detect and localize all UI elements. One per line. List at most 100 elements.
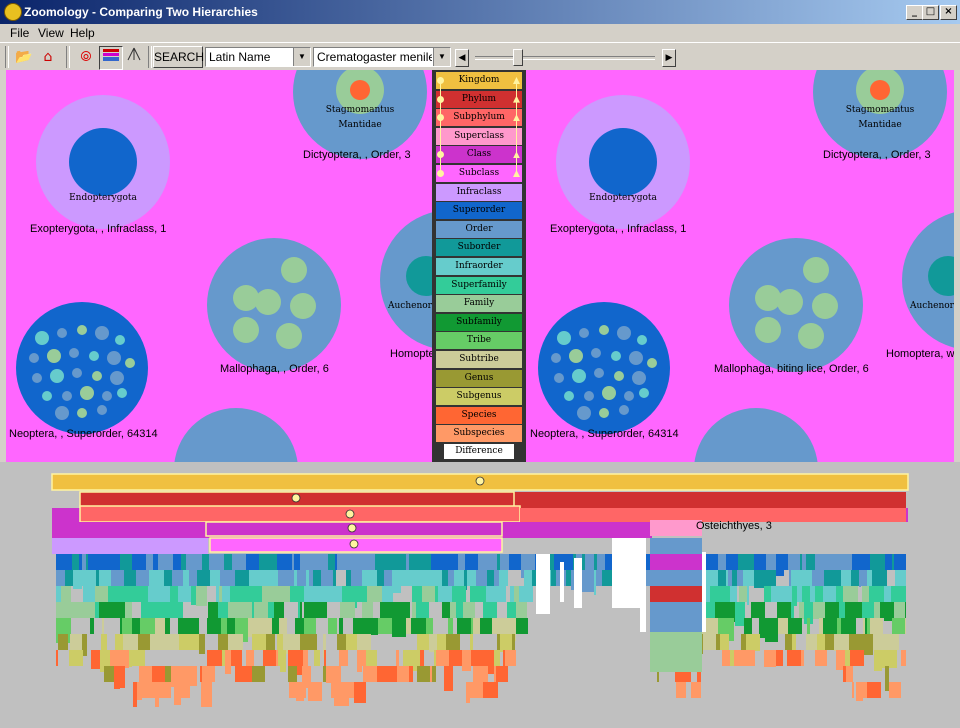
legend-item-subfamily[interactable]: Subfamily <box>436 313 522 331</box>
legend-item-subspecies[interactable]: Subspecies <box>436 425 522 443</box>
icicle-cell <box>778 618 788 634</box>
right-hierarchy-view[interactable]: Stagmomantus Mantidae Dictyoptera, , Ord… <box>526 70 954 462</box>
chevron-down-icon[interactable]: ▼ <box>433 48 450 66</box>
auchenorr-label: Auchenorr <box>910 301 954 311</box>
legend-item-infraclass[interactable]: Infraclass <box>436 183 522 201</box>
taxon-circle <box>125 358 135 368</box>
icicle-cell <box>346 570 351 586</box>
icicle-cell <box>120 650 129 668</box>
compare-circles-icon[interactable]: ⦾ <box>75 46 97 68</box>
icicle-cell <box>132 554 146 570</box>
icicle-cell <box>901 586 906 602</box>
menu-file[interactable]: File <box>10 26 29 40</box>
field-select[interactable]: Latin Name ▼ <box>205 47 311 67</box>
icicle-cell <box>436 650 449 666</box>
icicle-cell <box>412 602 416 618</box>
icicle-cell <box>221 618 227 634</box>
icicle-cell <box>142 682 155 698</box>
legend-item-subtribe[interactable]: Subtribe <box>436 351 522 368</box>
icicle-cell <box>457 618 471 634</box>
icicle-cell <box>167 586 170 602</box>
icicle-cell <box>225 650 231 674</box>
icicle-cell <box>458 554 465 570</box>
legend-item-order[interactable]: Order <box>436 220 522 238</box>
icicle-cell <box>797 586 802 602</box>
taxon-rank-legend: Kingdom Phylum Subphylum Superclass Class Sub… <box>432 70 526 462</box>
home-icon[interactable]: ⌂ <box>37 46 59 68</box>
icicle-cell <box>71 602 83 618</box>
icicle-cell <box>566 570 571 586</box>
legend-item-tribe[interactable]: Tribe <box>436 332 522 350</box>
legend-item-phylum[interactable]: Phylum <box>436 90 522 108</box>
icicle-cell <box>401 570 412 586</box>
icicle-cell <box>263 554 277 570</box>
search-button[interactable]: SEARCH <box>153 46 204 68</box>
legend-item-species[interactable]: Species <box>436 406 522 424</box>
open-folder-icon[interactable]: 📂 <box>13 46 35 68</box>
mallophaga-label: Mallophaga, biting lice, Order, 6 <box>714 363 869 375</box>
legend-item-suborder[interactable]: Suborder <box>436 239 522 257</box>
icicle-cell <box>303 634 317 650</box>
icicle-cell <box>328 554 335 570</box>
icicle-cell <box>290 586 304 602</box>
legend-item-family[interactable]: Family <box>436 295 522 313</box>
icicle-cell <box>82 570 96 586</box>
menu-help[interactable]: Help <box>70 26 95 40</box>
legend-item-difference[interactable]: Difference <box>444 444 514 459</box>
icicle-view-icon[interactable] <box>99 46 123 70</box>
maximize-button[interactable]: □ <box>922 5 939 20</box>
legend-item-superclass[interactable]: Superclass <box>436 127 522 145</box>
icicle-cell <box>466 682 470 703</box>
icicle-cell <box>191 618 199 634</box>
left-hierarchy-view[interactable]: Stagmomantus Mantidae Dictyoptera, , Ord… <box>6 70 432 462</box>
taxon-circle <box>602 386 616 400</box>
icicle-cell <box>362 650 366 666</box>
legend-item-superfamily[interactable]: Superfamily <box>436 276 522 294</box>
legend-item-kingdom[interactable]: Kingdom <box>436 72 522 89</box>
icicle-cell <box>849 586 858 602</box>
icicle-cell <box>754 554 766 572</box>
legend-item-superorder[interactable]: Superorder <box>436 202 522 220</box>
app-icon <box>4 3 22 21</box>
taxon-circle <box>35 331 49 345</box>
legend-item-subphylum[interactable]: Subphylum <box>436 109 522 127</box>
stagmomantus-label: Stagmomantus <box>325 105 395 115</box>
icicle-cell <box>470 586 472 602</box>
tree-view-icon[interactable] <box>123 46 145 68</box>
legend-item-class[interactable]: Class <box>436 146 522 164</box>
slider-left-button[interactable]: ◀ <box>455 49 469 67</box>
chevron-down-icon[interactable]: ▼ <box>293 48 310 66</box>
zoom-slider-track[interactable] <box>475 56 655 60</box>
icicle-cell <box>219 586 222 602</box>
icicle-glyph <box>103 49 119 61</box>
minimize-button[interactable]: _ <box>906 5 923 20</box>
icicle-cell <box>810 586 815 602</box>
close-button[interactable]: × <box>940 5 957 20</box>
legend-item-genus[interactable]: Genus <box>436 369 522 387</box>
legend-item-subclass[interactable]: Subclass <box>436 165 522 182</box>
icicle-cell <box>708 618 718 634</box>
icicle-cell <box>894 554 896 570</box>
icicle-cell <box>506 570 508 586</box>
search-input[interactable]: Crematogaster menilekii ▼ <box>313 47 451 67</box>
icicle-cell <box>123 634 138 650</box>
icicle-cell <box>751 602 765 618</box>
icicle-cell <box>306 570 309 586</box>
icicle-cell <box>889 682 901 698</box>
icicle-cell <box>58 634 68 650</box>
osteichthyes-class <box>650 554 702 570</box>
icicle-comparison-view[interactable]: Osteichthyes, 3 <box>0 462 960 728</box>
icicle-cell <box>72 554 79 570</box>
menu-view[interactable]: View <box>38 26 64 40</box>
icicle-cell <box>863 634 873 655</box>
slider-right-button[interactable]: ▶ <box>662 49 676 67</box>
icicle-cell <box>802 586 810 602</box>
icicle-cell <box>279 554 292 570</box>
icicle-cell <box>186 634 199 650</box>
zoom-slider-thumb[interactable] <box>513 49 523 66</box>
icicle-cell <box>349 682 354 698</box>
legend-item-subgenus[interactable]: Subgenus <box>436 388 522 406</box>
legend-item-infraorder[interactable]: Infraorder <box>436 258 522 275</box>
taxon-circle <box>619 405 629 415</box>
icicle-cell <box>849 602 860 618</box>
